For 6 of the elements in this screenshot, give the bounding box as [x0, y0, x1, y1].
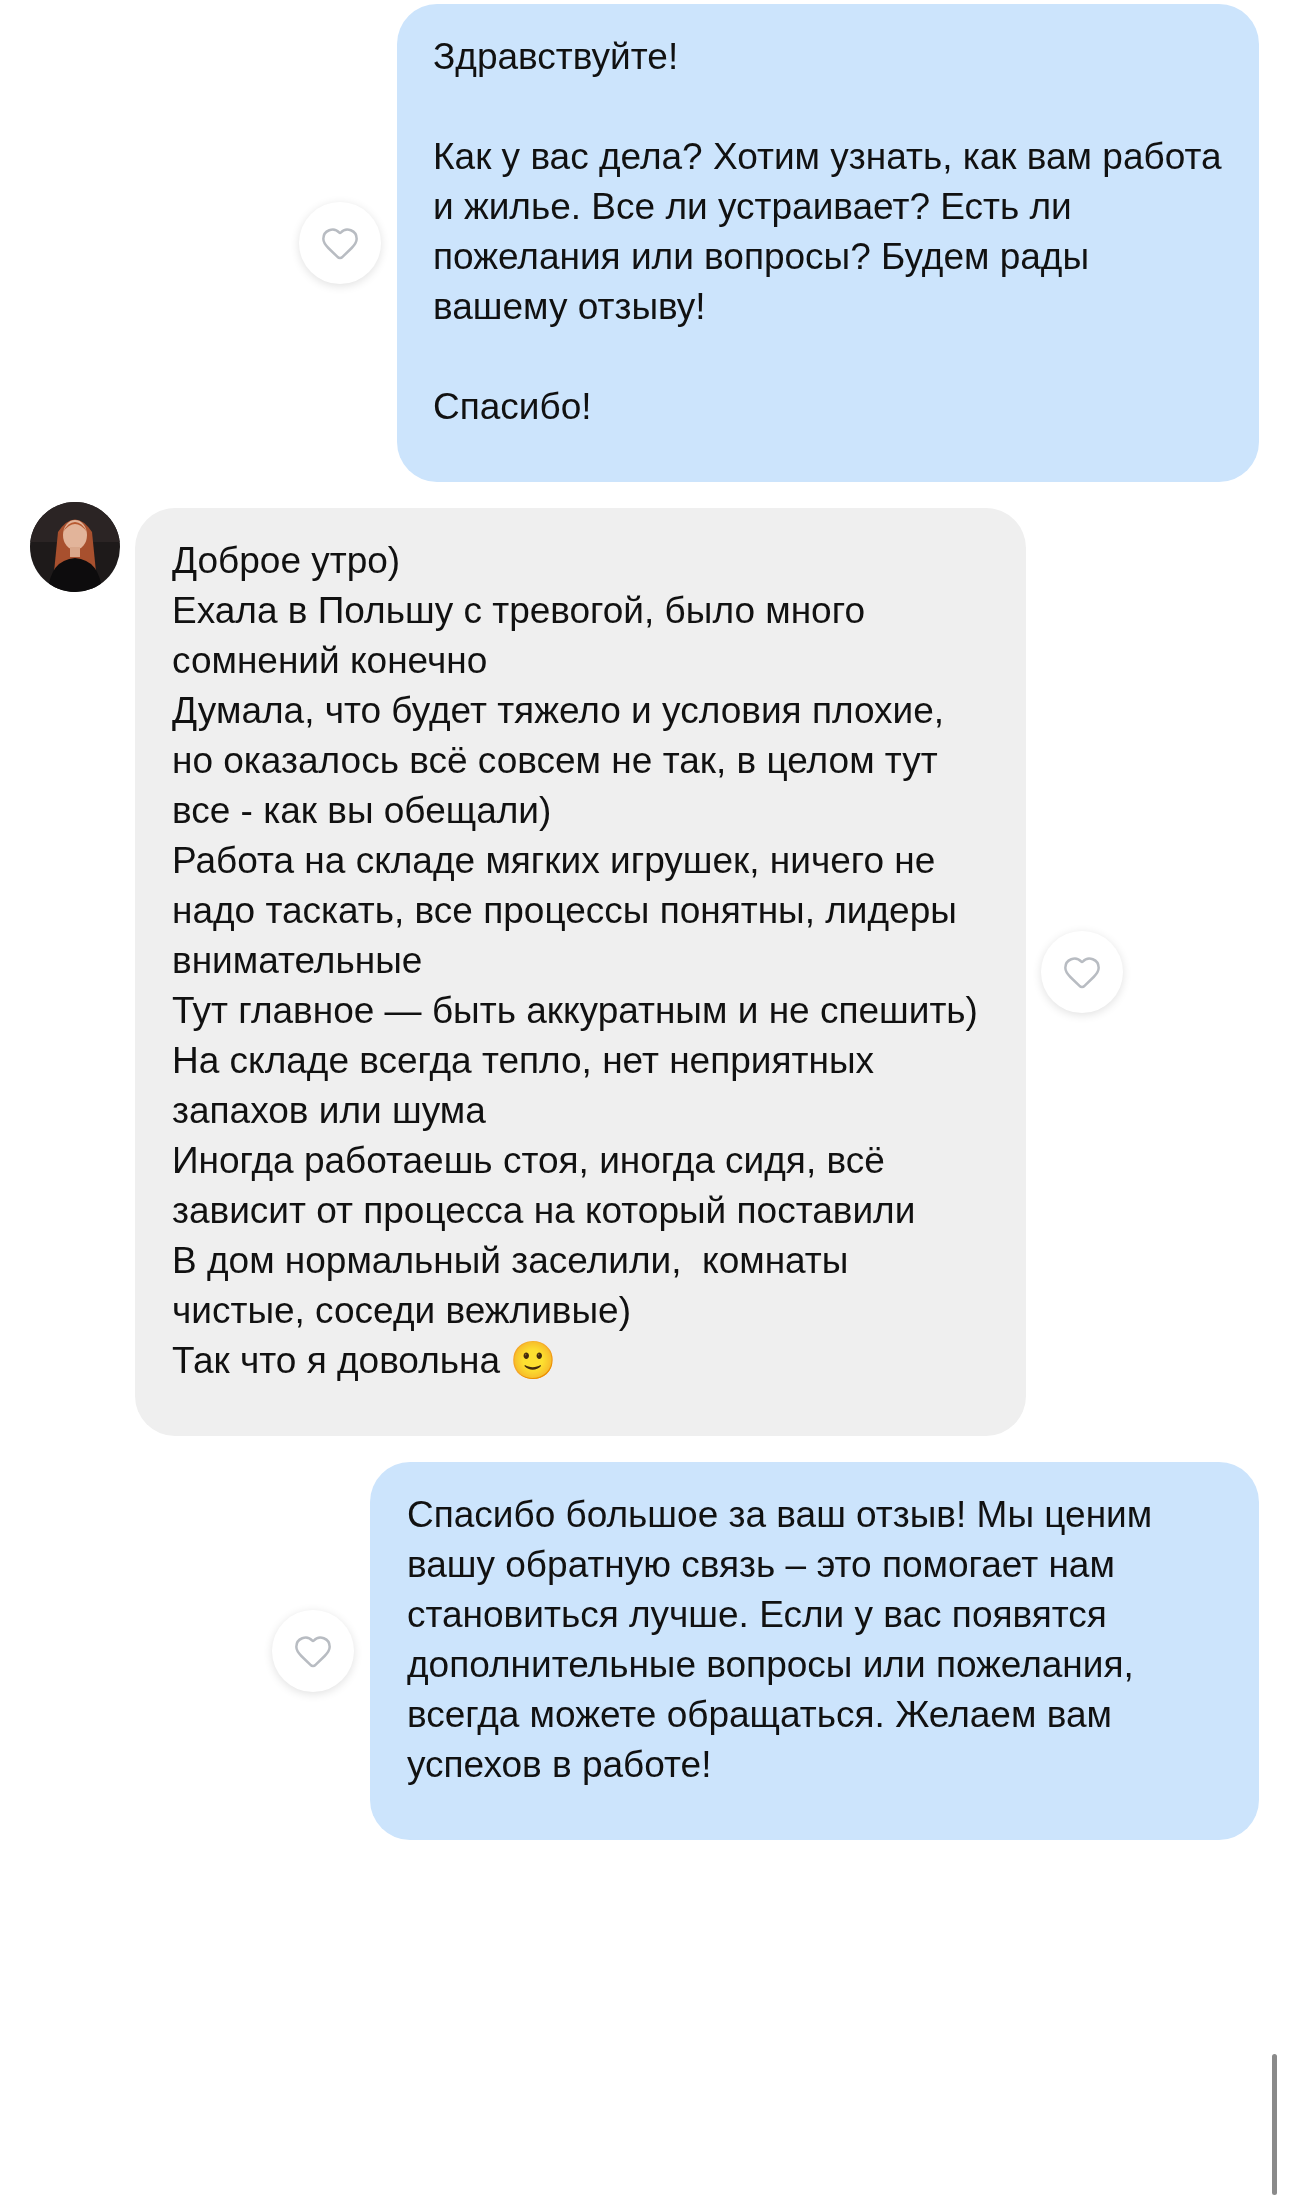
like-button[interactable]	[299, 202, 381, 284]
like-button[interactable]	[1041, 931, 1123, 1013]
message-text: Доброе утро) Ехала в Польшу с тревогой, было много сомнений конечно Думала, что будет тяжело и условия плохие, но оказалось всё совсем не так, в целом тут все - как вы обещали) Работа на складе мягких игрушек, ничего не надо таскать, все процессы понятны, лидеры внимательные Тут главное — быть аккуратным и не спешить) На складе всегда тепло, нет неприятных запахов или шума Иногда работаешь стоя, иногда сидя, всё зависит от процесса на который поставили В дом нормальный заселили, комнаты чистые, соседи вежливые) Так что я довольна 🙂	[172, 539, 979, 1383]
like-button[interactable]	[272, 1610, 354, 1692]
message-text: Спасибо большое за ваш отзыв! Мы ценим вашу обратную связь – это помогает нам становиться лучше. Если у вас появятся дополнительные вопросы или пожелания, всегда можете обращаться. Желаем вам успехов в работе!	[407, 1493, 1154, 1787]
message-text: Здравствуйте! Как у вас дела? Хотим узнать, как вам работа и жилье. Все ли устраивает? Есть ли пожелания или вопросы? Будем рады вашему отзыву! Спасибо!	[433, 35, 1223, 429]
